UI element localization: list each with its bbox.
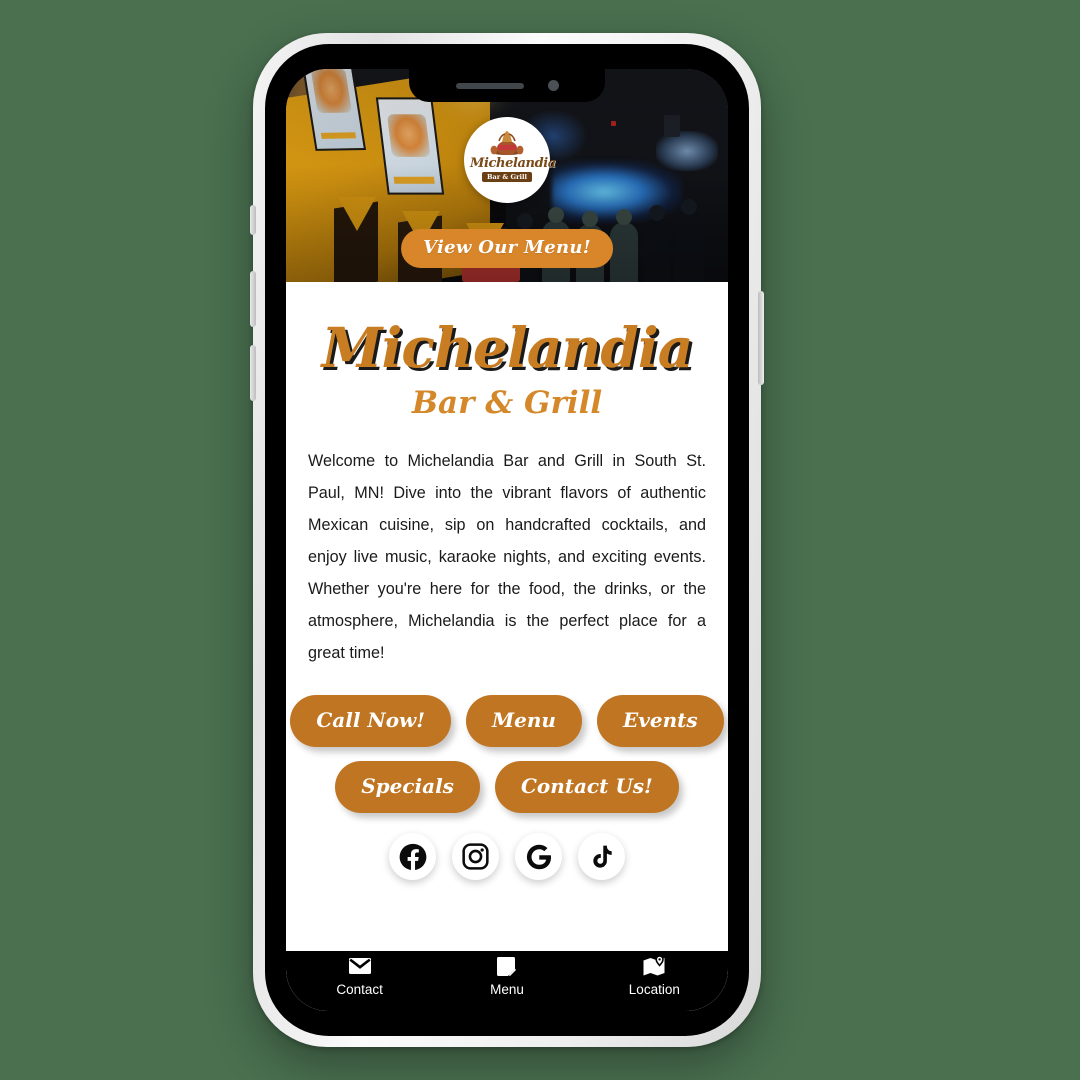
envelope-icon	[348, 955, 372, 977]
phone-screen: Michelandia Bar & Grill View Our Menu! M…	[286, 69, 728, 1011]
instagram-link-button[interactable]	[452, 833, 499, 880]
action-buttons-section: Call Now! Menu Events Specials Contact U…	[286, 695, 728, 813]
sombrero-emblem-icon	[490, 131, 524, 155]
volume-down-hardware-button[interactable]	[250, 345, 256, 401]
google-link-button[interactable]	[515, 833, 562, 880]
contact-us-button[interactable]: Contact Us!	[494, 761, 679, 813]
logo-wordmark: Michelandia	[470, 156, 556, 171]
events-button[interactable]: Events	[596, 695, 724, 747]
logo-tagline: Bar & Grill	[482, 172, 532, 182]
device-notch	[409, 69, 605, 102]
screenshot-stage: Michelandia Bar & Grill View Our Menu! M…	[0, 0, 1080, 1080]
nav-label-menu: Menu	[490, 982, 524, 997]
nav-item-location[interactable]: Location	[581, 955, 728, 997]
nav-item-contact[interactable]: Contact	[286, 955, 433, 997]
facebook-link-button[interactable]	[389, 833, 436, 880]
main-content-card: Michelandia Bar & Grill Welcome to Miche…	[286, 282, 728, 1011]
front-camera-icon	[547, 80, 559, 91]
power-hardware-button[interactable]	[758, 291, 764, 385]
menu-button[interactable]: Menu	[466, 695, 582, 747]
map-pin-icon	[642, 955, 667, 977]
earpiece-speaker-icon	[455, 82, 524, 89]
tiktok-icon	[592, 845, 612, 868]
page-title: Michelandia	[321, 315, 694, 380]
page-subtitle: Bar & Grill	[411, 385, 603, 421]
nav-item-menu[interactable]: Menu	[433, 955, 580, 997]
bottom-navigation-bar: Contact Menu Location	[286, 951, 728, 1011]
instagram-icon	[462, 843, 489, 870]
view-our-menu-button[interactable]: View Our Menu!	[401, 229, 613, 268]
phone-bezel: Michelandia Bar & Grill View Our Menu! M…	[265, 44, 749, 1036]
tiktok-link-button[interactable]	[578, 833, 625, 880]
volume-up-hardware-button[interactable]	[250, 271, 256, 327]
call-now-button[interactable]: Call Now!	[290, 695, 452, 747]
phone-device-frame: Michelandia Bar & Grill View Our Menu! M…	[250, 33, 764, 1047]
brand-logo-badge[interactable]: Michelandia Bar & Grill	[464, 117, 556, 203]
nav-label-location: Location	[628, 982, 680, 997]
specials-button[interactable]: Specials	[335, 761, 480, 813]
nav-label-contact: Contact	[336, 982, 383, 997]
about-paragraph: Welcome to Michelandia Bar and Grill in …	[308, 452, 706, 662]
silent-switch-hardware-button[interactable]	[250, 205, 256, 235]
title-block: Michelandia Bar & Grill	[286, 282, 728, 419]
action-buttons-row-2: Specials Contact Us!	[286, 761, 728, 813]
google-icon	[526, 844, 551, 869]
social-links-row	[286, 833, 728, 880]
brand-logo: Michelandia Bar & Grill	[470, 123, 556, 197]
action-buttons-row-1: Call Now! Menu Events	[286, 695, 728, 747]
book-icon	[496, 955, 518, 977]
facebook-icon	[399, 843, 426, 870]
